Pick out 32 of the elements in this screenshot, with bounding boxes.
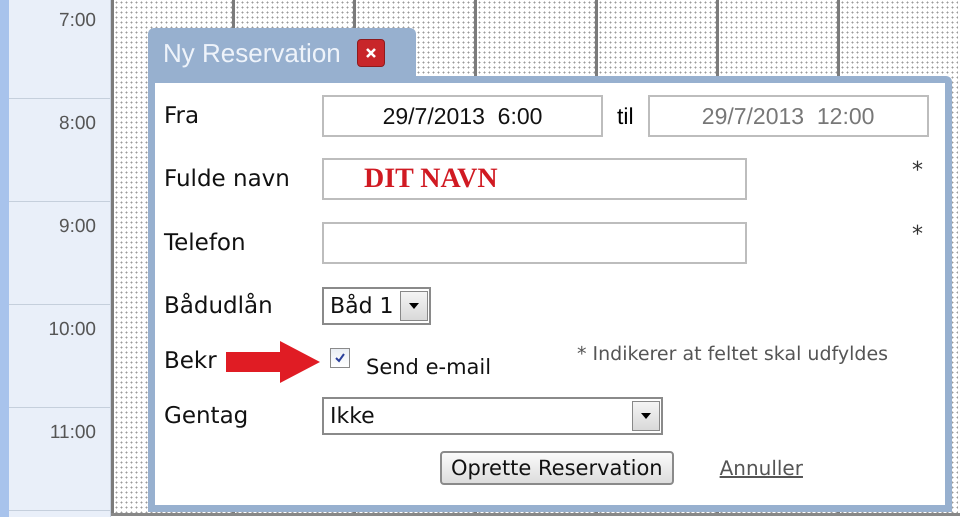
time-label: 11:00 [50, 422, 96, 444]
field-label: Fra [164, 103, 200, 129]
text-field[interactable] [322, 222, 747, 264]
time-label: 9:00 [59, 216, 96, 238]
dropdown[interactable]: Båd 1 [322, 287, 431, 325]
caret-icon[interactable] [632, 401, 660, 431]
close-button[interactable] [356, 39, 385, 67]
cancel-link[interactable]: Annuller [720, 456, 803, 480]
dropdown[interactable]: Ikke [322, 397, 663, 435]
time-label: 7:00 [59, 10, 96, 32]
checkbox-label: Send e-mail [366, 355, 492, 379]
caret-icon[interactable] [400, 291, 428, 321]
separator-label: til [617, 102, 634, 130]
dropdown-value: Ikke [329, 404, 376, 428]
dialog-title: Ny Reservation [163, 38, 341, 68]
field-label: Bekr [164, 348, 217, 374]
checkbox[interactable] [330, 348, 350, 368]
dropdown-value: Båd 1 [329, 294, 395, 318]
create-button[interactable]: Oprette Reservation [440, 451, 674, 485]
close-icon [364, 46, 378, 60]
time-label: 10:00 [48, 319, 96, 341]
date-field[interactable]: 29/7/2013 6:00 [322, 95, 603, 137]
text-field[interactable]: DIT NAVN [322, 158, 747, 200]
required-mark: * [912, 158, 923, 183]
required-mark: * [912, 222, 923, 247]
field-label: Telefon [164, 230, 246, 256]
time-label: 8:00 [59, 113, 96, 135]
check-icon [334, 352, 346, 364]
field-label: Bådudlån [164, 293, 273, 319]
field-label: Fulde navn [164, 166, 290, 192]
field-label: Gentag [164, 403, 248, 429]
required-note: * Indikerer at feltet skal udfyldes [577, 343, 888, 365]
